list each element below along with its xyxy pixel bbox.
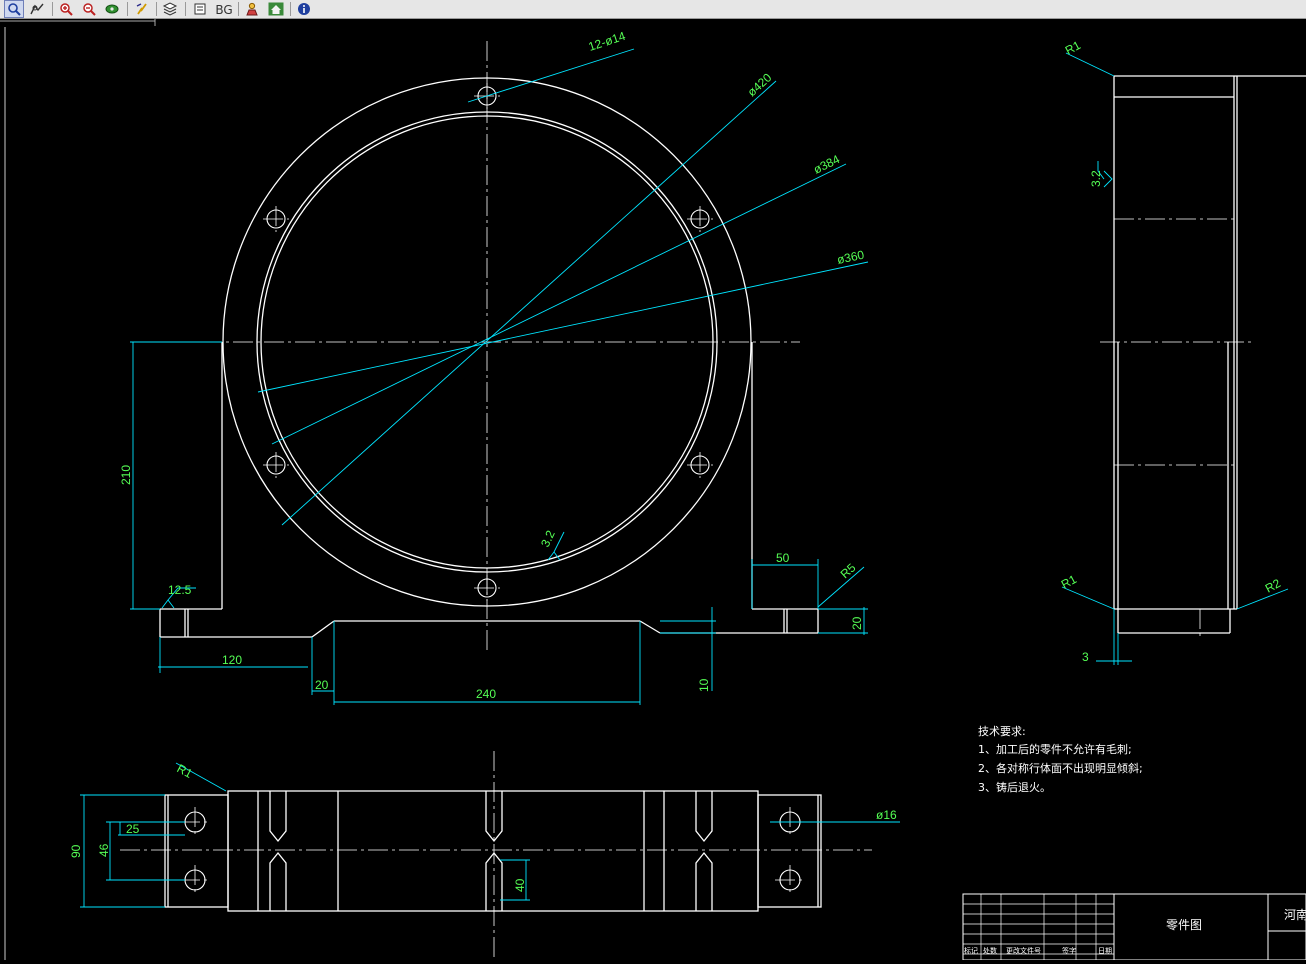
dim-240-label: 240: [476, 687, 496, 701]
top-view: R1 90 46 25 40 ø16: [69, 751, 900, 960]
dim-20-base-label: 20: [850, 616, 864, 630]
front-view: 12-ø14 ø420 ø384 ø360 210 12.5 3.2 120 2…: [119, 29, 869, 705]
home-icon[interactable]: [266, 0, 286, 18]
tech-note-3: 3、铸后退火。: [978, 780, 1051, 794]
user-icon[interactable]: [242, 0, 262, 18]
base-mount-holes: [184, 811, 801, 891]
info-icon[interactable]: [294, 0, 314, 18]
side-view: R1 3.2 R1 R2 3: [1059, 38, 1306, 665]
radius-r5-label: R5: [838, 560, 859, 581]
zoom-window-icon[interactable]: [4, 0, 24, 18]
top-width-90-label: 90: [69, 844, 83, 858]
height-210-label: 210: [119, 465, 133, 485]
cad-drawing: 12-ø14 ø420 ø384 ø360 210 12.5 3.2 120 2…: [0, 19, 1306, 961]
background-toggle-button[interactable]: BG: [212, 1, 236, 18]
zoom-realtime-icon[interactable]: [27, 0, 47, 18]
side-offset-3-label: 3: [1082, 650, 1089, 664]
header-date: 日期: [1098, 947, 1112, 955]
side-roughness-label: 3.2: [1089, 170, 1103, 187]
dim-10-label: 10: [697, 678, 711, 692]
technical-requirements: 技术要求: 1、加工后的零件不允许有毛刺; 2、各对称行体面不出现明显倾斜; 3…: [978, 725, 1143, 794]
dia-420-label: ø420: [745, 70, 775, 99]
header-signature: 签字: [1062, 946, 1076, 955]
tech-note-2: 2、各对称行体面不出现明显倾斜;: [978, 761, 1143, 775]
tech-notes-title: 技术要求:: [978, 725, 1026, 738]
side-r1-top-label: R1: [1063, 38, 1083, 58]
side-r2-label: R2: [1263, 576, 1283, 596]
dia-360-label: ø360: [836, 247, 866, 266]
regen-icon[interactable]: [132, 0, 152, 18]
top-offset-25-label: 25: [126, 822, 140, 836]
header-change-doc: 更改文件号: [1006, 946, 1041, 955]
layers-icon[interactable]: [160, 0, 180, 18]
hole-callout-label: 12-ø14: [587, 29, 628, 54]
title-block: 零件图 河南 标记 处数 更改文件号 签字 日期: [962, 893, 1306, 961]
toolbar: BG: [0, 0, 1306, 19]
zoom-in-icon[interactable]: [56, 0, 76, 18]
dim-20-chamfer-label: 20: [315, 678, 329, 692]
company-name: 河南: [1284, 907, 1306, 922]
top-spacing-46-label: 46: [97, 843, 111, 857]
roughness-12-5-label: 12.5: [168, 583, 192, 597]
properties-icon[interactable]: [190, 0, 210, 18]
header-mark: 标记: [964, 946, 978, 955]
side-r1-bottom-label: R1: [1059, 572, 1079, 592]
top-hole-dia-label: ø16: [876, 808, 897, 822]
drawing-canvas[interactable]: 12-ø14 ø420 ø384 ø360 210 12.5 3.2 120 2…: [0, 19, 1306, 961]
top-slot-40-label: 40: [513, 878, 527, 892]
pan-icon[interactable]: [102, 0, 122, 18]
header-count: 处数: [983, 946, 997, 955]
dim-120-label: 120: [222, 653, 242, 667]
zoom-out-icon[interactable]: [79, 0, 99, 18]
roughness-3-2-label: 3.2: [538, 528, 558, 549]
drawing-name: 零件图: [1166, 918, 1202, 932]
dim-50-label: 50: [776, 551, 790, 565]
tech-note-1: 1、加工后的零件不允许有毛刺;: [978, 742, 1132, 756]
